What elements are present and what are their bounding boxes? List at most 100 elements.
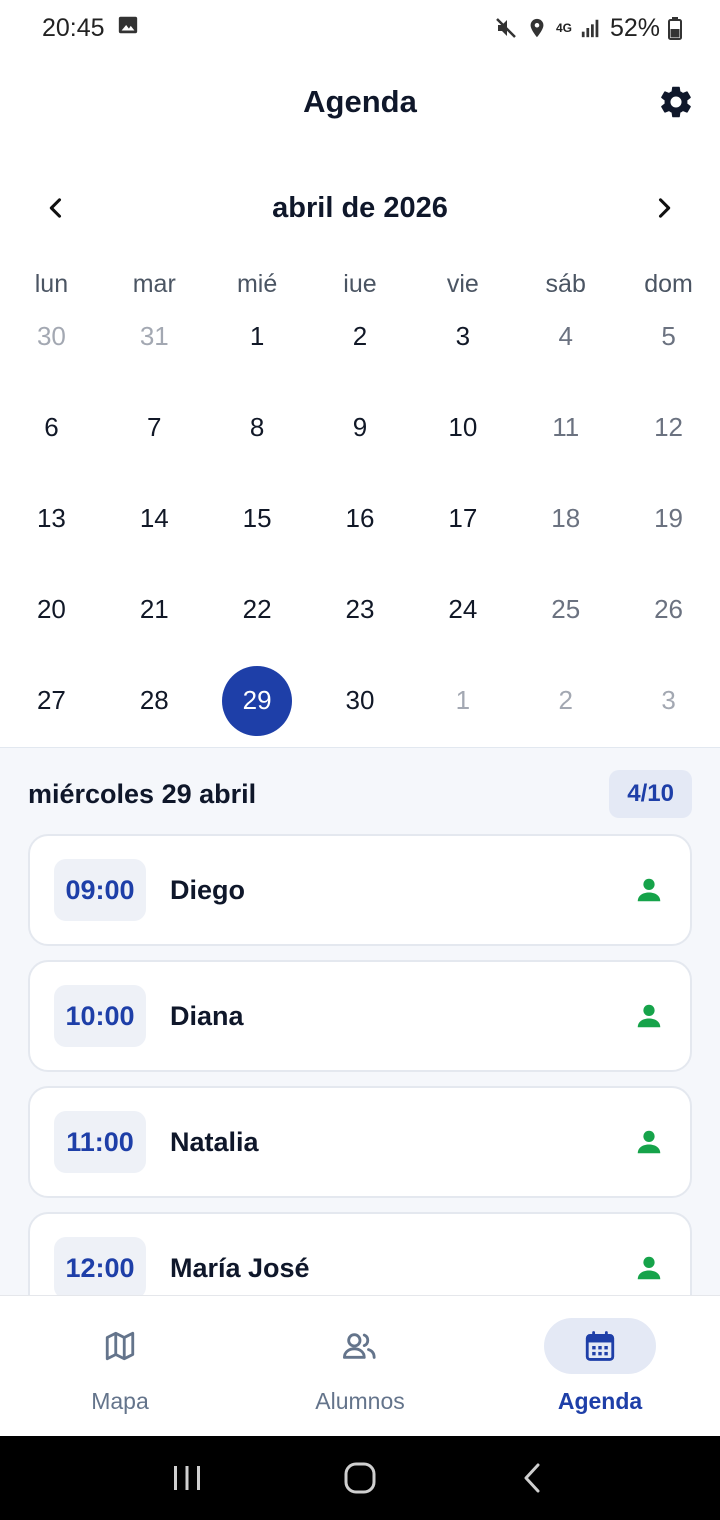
calendar-day[interactable]: 26 (617, 564, 720, 655)
appointment-card[interactable]: 09:00 Diego (28, 834, 692, 946)
appointment-list: 09:00 Diego 10:00 Diana 11:00 Natalia 12… (28, 834, 692, 1295)
mute-icon (494, 16, 518, 40)
calendar-day-number: 10 (448, 412, 478, 442)
calendar-day[interactable]: 18 (514, 473, 617, 564)
student-name: María José (170, 1252, 310, 1283)
calendar-day-number: 18 (551, 503, 581, 533)
calendar-day[interactable]: 5 (617, 291, 720, 382)
calendar-day[interactable]: 28 (103, 655, 206, 746)
nav-item-mapa[interactable]: Mapa (0, 1296, 240, 1436)
chevron-left-icon (49, 198, 62, 218)
gallery-notification-icon (117, 14, 139, 43)
student-name: Natalia (170, 1126, 259, 1157)
calendar-day[interactable]: 2 (309, 291, 412, 382)
calendar-day-selected[interactable]: 29 (206, 655, 309, 746)
calendar-day[interactable]: 12 (617, 382, 720, 473)
day-header: miércoles 29 abril 4/10 (28, 770, 692, 818)
calendar-day[interactable]: 17 (411, 473, 514, 564)
calendar-day[interactable]: 1 (206, 291, 309, 382)
recent-apps-button[interactable] (157, 1448, 217, 1508)
calendar-icon (585, 1331, 615, 1361)
person-icon (634, 1001, 664, 1031)
calendar-day[interactable]: 16 (309, 473, 412, 564)
calendar-day-number: 30 (345, 685, 375, 715)
calendar-day-number: 3 (455, 321, 471, 351)
gear-icon (661, 86, 691, 118)
calendar-day-number: 7 (147, 412, 162, 442)
student-name: Diana (170, 1000, 244, 1031)
calendar-day[interactable]: 4 (514, 291, 617, 382)
calendar-day[interactable]: 25 (514, 564, 617, 655)
month-navigation: abril de 2026 (0, 180, 720, 236)
appointment-card[interactable]: 11:00 Natalia (28, 1086, 692, 1198)
appointment-time: 09:00 (54, 859, 146, 921)
nav-item-agenda[interactable]: Agenda (480, 1296, 720, 1436)
calendar-day[interactable]: 3 (617, 655, 720, 746)
calendar-day-number: 11 (552, 412, 580, 442)
calendar-day[interactable]: 27 (0, 655, 103, 746)
calendar-day-number: 20 (36, 594, 66, 624)
calendar-day[interactable]: 13 (0, 473, 103, 564)
nav-label: Agenda (557, 1388, 643, 1414)
nav-label: Mapa (91, 1388, 149, 1414)
home-button[interactable] (330, 1448, 390, 1508)
calendar-day[interactable]: 8 (206, 382, 309, 473)
student-name: Diego (170, 874, 246, 905)
person-icon (634, 1127, 664, 1157)
calendar-day[interactable]: 30 (0, 291, 103, 382)
calendar-day[interactable]: 9 (309, 382, 412, 473)
calendar-day[interactable]: 15 (206, 473, 309, 564)
calendar-day-number: 3 (661, 685, 676, 715)
calendar-day[interactable]: 31 (103, 291, 206, 382)
selected-day-title: miércoles 29 abril (28, 778, 257, 809)
back-icon (524, 1463, 540, 1493)
calendar-day[interactable]: 10 (411, 382, 514, 473)
calendar-day[interactable]: 20 (0, 564, 103, 655)
network-type-label: 4G (555, 21, 572, 35)
person-icon (634, 875, 664, 905)
next-month-button[interactable] (644, 188, 684, 228)
month-title: abril de 2026 (272, 191, 448, 224)
calendar-day-number: 21 (139, 594, 169, 624)
calendar-day-number: 17 (448, 503, 478, 533)
calendar-day-number: 27 (36, 685, 66, 715)
nav-icon-container (304, 1318, 416, 1374)
calendar-day[interactable]: 23 (309, 564, 412, 655)
appointment-time: 12:00 (54, 1237, 146, 1295)
calendar-day-number: 23 (345, 594, 375, 624)
calendar-day[interactable]: 21 (103, 564, 206, 655)
calendar-day-number: 4 (558, 321, 573, 351)
calendar-day[interactable]: 1 (411, 655, 514, 746)
calendar-day[interactable]: 11 (514, 382, 617, 473)
appointment-time: 11:00 (54, 1111, 146, 1173)
nav-icon-container (64, 1318, 176, 1374)
calendar-day-number: 1 (249, 321, 265, 351)
signal-icon (580, 17, 602, 39)
calendar-day[interactable]: 7 (103, 382, 206, 473)
calendar-day[interactable]: 22 (206, 564, 309, 655)
calendar-day-number: 26 (654, 594, 684, 624)
calendar-day-number: 14 (139, 503, 169, 533)
calendar-day-number: 8 (249, 412, 265, 442)
day-agenda-panel: miércoles 29 abril 4/10 09:00 Diego 10:0… (0, 747, 720, 1295)
settings-button[interactable] (656, 82, 696, 122)
calendar-day-number: 30 (36, 321, 66, 351)
appointment-card[interactable]: 10:00 Diana (28, 960, 692, 1072)
nav-label: Alumnos (315, 1388, 405, 1414)
previous-month-button[interactable] (36, 188, 76, 228)
app-header: Agenda (0, 70, 720, 134)
back-button[interactable] (503, 1448, 563, 1508)
calendar-day[interactable]: 6 (0, 382, 103, 473)
calendar-day[interactable]: 24 (411, 564, 514, 655)
home-icon (344, 1462, 376, 1494)
location-icon (526, 16, 548, 40)
calendar-day[interactable]: 14 (103, 473, 206, 564)
bottom-navigation: Mapa Alumnos Agenda (0, 1295, 720, 1436)
calendar-day[interactable]: 19 (617, 473, 720, 564)
calendar-day[interactable]: 2 (514, 655, 617, 746)
nav-item-alumnos[interactable]: Alumnos (240, 1296, 480, 1436)
appointment-card[interactable]: 12:00 María José (28, 1212, 692, 1295)
calendar-day-number: 16 (345, 503, 375, 533)
calendar-day[interactable]: 3 (411, 291, 514, 382)
calendar-day[interactable]: 30 (309, 655, 412, 746)
